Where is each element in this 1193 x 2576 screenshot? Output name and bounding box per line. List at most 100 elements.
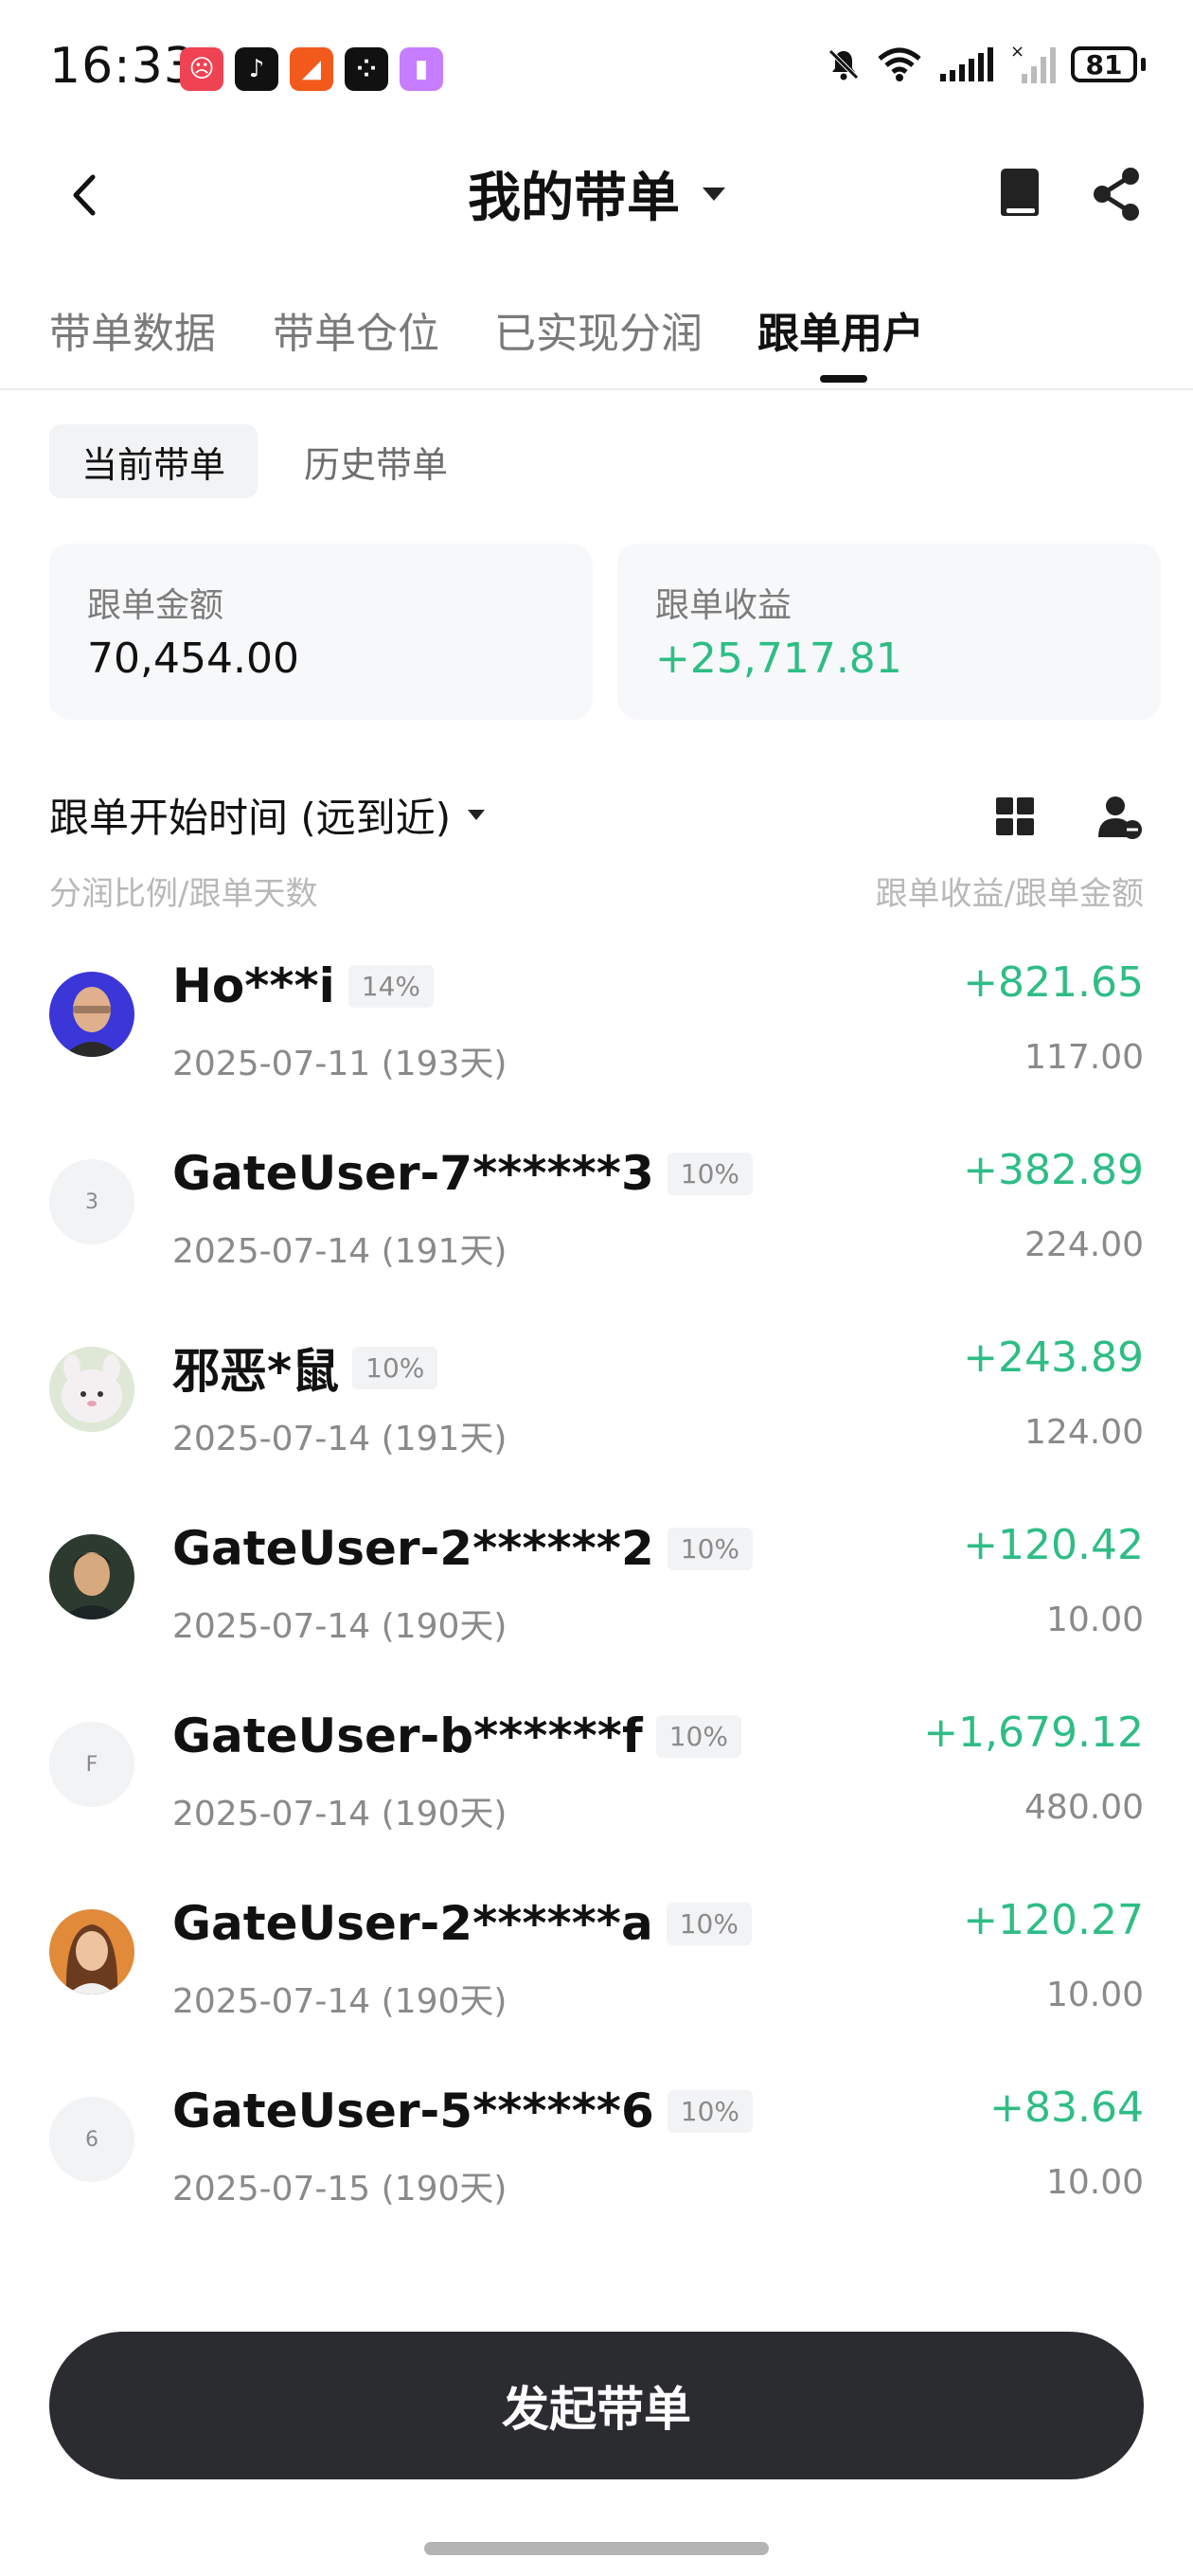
user-name: GateUser-5******6 [172, 2084, 654, 2138]
start-lead-button[interactable]: 发起带单 [49, 2332, 1144, 2479]
signal-icon [940, 47, 993, 81]
caret-down-icon [703, 187, 725, 201]
battery-icon: 81 [1071, 46, 1137, 82]
wifi-icon [878, 47, 921, 81]
mute-bell-icon [828, 49, 859, 80]
start-date: 2025-07-14 (190天) [172, 1607, 507, 1646]
profit-share-badge: 10% [666, 1902, 752, 1945]
app-icon-dots: ⁘ [345, 47, 388, 91]
signal-empty-icon: × [1010, 44, 1056, 83]
tab-bar: 带单数据 带单仓位 已实现分润 跟单用户 [0, 284, 1193, 390]
home-indicator[interactable] [424, 2542, 769, 2555]
tiktok-icon: ♪ [235, 47, 278, 91]
user-amount: 10.00 [1045, 1601, 1144, 1639]
copy-amount-label: 跟单金额 [87, 586, 224, 625]
user-name-row: GateUser-b******f 10% [172, 1708, 741, 1763]
avatar [49, 1534, 134, 1619]
start-date: 2025-07-11 (193天) [172, 1045, 507, 1083]
user-amount: 224.00 [1024, 1225, 1144, 1264]
user-profit: +120.42 [963, 1521, 1144, 1569]
copy-amount-value: 70,454.00 [87, 635, 299, 683]
user-profit: +821.65 [963, 958, 1144, 1007]
segment-history[interactable]: 历史带单 [276, 424, 475, 498]
avatar: 3 [49, 1159, 134, 1244]
profit-share-badge: 10% [352, 1346, 438, 1389]
copy-profit-label: 跟单收益 [655, 586, 792, 625]
user-name-row: GateUser-5******6 10% [172, 2084, 753, 2138]
page-title: 我的带单 [468, 168, 680, 229]
notification-app-icons: ☹ ♪ ◢ ⁘ ▮ [180, 47, 443, 91]
avatar [49, 1347, 134, 1432]
avatar: F [49, 1722, 134, 1807]
start-date: 2025-07-14 (191天) [172, 1420, 507, 1458]
list-item[interactable]: F GateUser-b******f 10% 2025-07-14 (190天) +1… [0, 1688, 1193, 1875]
user-amount: 10.00 [1045, 2163, 1144, 2202]
list-item[interactable]: Ho***i 14% 2025-07-11 (193天) +821.65 117.00 [0, 938, 1193, 1125]
sort-label: 跟单开始时间 (远到近) [49, 795, 452, 841]
user-name-row: Ho***i 14% [172, 958, 435, 1013]
list-item[interactable]: GateUser-2******2 10% 2025-07-14 (190天) +12… [0, 1500, 1193, 1688]
start-date: 2025-07-15 (190天) [172, 2170, 507, 2209]
avatar [49, 972, 134, 1057]
avatar: 6 [49, 2097, 134, 2182]
user-amount: 124.00 [1024, 1413, 1144, 1452]
profit-share-badge: 10% [655, 1714, 741, 1758]
status-bar: 16:33 ☹ ♪ ◢ ⁘ ▮ × 81 [0, 0, 1193, 142]
user-name: GateUser-7******3 [172, 1146, 654, 1201]
start-date: 2025-07-14 (191天) [172, 1232, 507, 1271]
avatar [49, 1909, 134, 1995]
user-name-row: 邪恶*鼠 10% [172, 1333, 438, 1402]
user-name: GateUser-b******f [172, 1708, 643, 1763]
profit-share-badge: 14% [347, 964, 435, 1008]
app-icon-gradient: ▮ [400, 47, 443, 91]
tab-copy-users[interactable]: 跟单用户 [757, 299, 924, 360]
user-profit: +120.27 [963, 1896, 1144, 1944]
app-icon-red: ☹ [180, 47, 223, 91]
segment-current[interactable]: 当前带单 [49, 424, 258, 498]
share-icon[interactable] [1089, 165, 1146, 224]
list-top-fade [0, 852, 1193, 881]
page-title-dropdown[interactable]: 我的带单 [468, 155, 725, 232]
user-name: 邪恶*鼠 [172, 1344, 340, 1399]
list-item[interactable]: 6 GateUser-5******6 10% 2025-07-15 (190天) +8… [0, 2063, 1193, 2250]
tab-lead-data[interactable]: 带单数据 [49, 299, 216, 360]
user-profit: +243.89 [963, 1333, 1144, 1382]
user-profit: +1,679.12 [923, 1708, 1144, 1757]
tab-lead-positions[interactable]: 带单仓位 [273, 299, 439, 360]
user-name: GateUser-2******a [172, 1896, 653, 1951]
app-icon-orange: ◢ [290, 47, 333, 91]
user-name: GateUser-2******2 [172, 1521, 654, 1576]
profit-share-badge: 10% [667, 1527, 753, 1570]
list-item[interactable]: 3 GateUser-7******3 10% 2025-07-14 (191天) +3… [0, 1125, 1193, 1313]
user-amount: 480.00 [1024, 1788, 1144, 1827]
user-amount: 10.00 [1045, 1976, 1144, 2014]
tab-realized-profit-share[interactable]: 已实现分润 [494, 299, 703, 360]
book-icon[interactable] [993, 165, 1046, 224]
sort-dropdown[interactable]: 跟单开始时间 (远到近) [49, 786, 486, 844]
user-name: Ho***i [172, 958, 335, 1013]
active-tab-indicator [820, 375, 867, 383]
user-amount: 117.00 [1024, 1038, 1144, 1077]
profit-share-badge: 10% [667, 2089, 753, 2133]
caret-down-icon [468, 810, 486, 820]
list-item[interactable]: GateUser-2******a 10% 2025-07-14 (190天) +12… [0, 1875, 1193, 2063]
user-name-row: GateUser-2******2 10% [172, 1521, 753, 1576]
copy-profit-card: 跟单收益 +25,717.81 [617, 544, 1161, 720]
remove-user-icon[interactable] [1096, 794, 1144, 841]
copy-amount-card: 跟单金额 70,454.00 [49, 544, 593, 720]
svg-text:×: × [1010, 44, 1024, 62]
user-profit: +83.64 [989, 2084, 1144, 2132]
user-profit: +382.89 [963, 1146, 1144, 1194]
battery-tip [1141, 58, 1146, 71]
list-item[interactable]: 邪恶*鼠 10% 2025-07-14 (191天) +243.89 124.00 [0, 1313, 1193, 1500]
user-name-row: GateUser-7******3 10% [172, 1146, 753, 1201]
start-date: 2025-07-14 (190天) [172, 1982, 507, 2021]
system-icons: × 81 [825, 44, 1146, 85]
copy-user-list: Ho***i 14% 2025-07-11 (193天) +821.65 117.00 3… [0, 938, 1193, 2250]
nav-header: 我的带单 [0, 142, 1193, 246]
profit-share-badge: 10% [667, 1152, 753, 1195]
copy-profit-value: +25,717.81 [655, 635, 902, 683]
start-date: 2025-07-14 (190天) [172, 1795, 507, 1834]
grid-view-icon[interactable] [994, 796, 1036, 837]
status-time: 16:33 [49, 38, 196, 95]
